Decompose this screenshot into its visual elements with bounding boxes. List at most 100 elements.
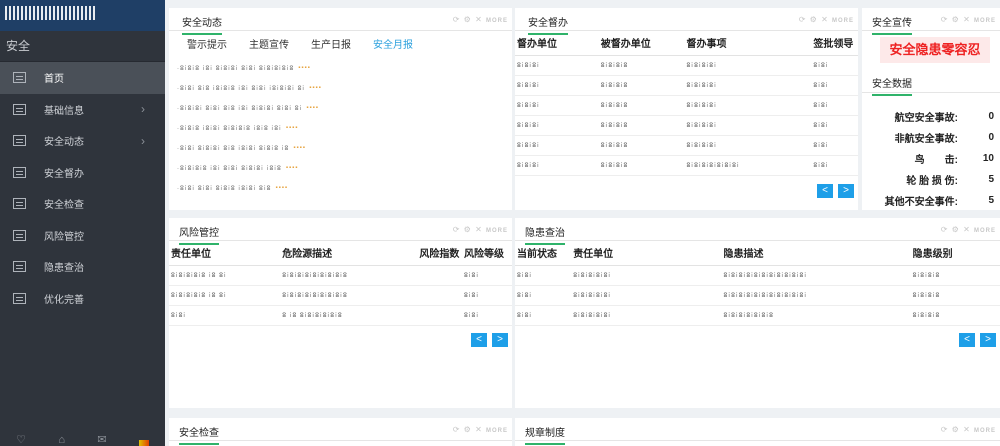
stat-value: 0 <box>988 132 994 143</box>
table-cell: ⵓⵂⵓⵂⵓⵂⵓⵂⵓⵂ <box>573 265 724 286</box>
sidebar-item[interactable]: 首页 <box>0 62 165 94</box>
user-icon[interactable]: ⌂ <box>58 434 65 446</box>
sidebar-item[interactable]: 优化完善 <box>0 283 165 315</box>
refresh-icon[interactable]: ⟳ <box>941 15 949 24</box>
prev-page-button[interactable]: < <box>817 184 833 198</box>
gear-icon[interactable]: ⚙ <box>464 425 472 434</box>
close-icon[interactable]: ✕ <box>963 425 971 434</box>
stat-value: 0 <box>988 111 994 122</box>
table-row[interactable]: ⵓⵂⵓⵂⵓⵂ ⵓⵂⵓⵂⵓⵂⵓ ⵓⵂⵓⵂⵓⵂⵓⵂ ⵓⵂⵓⵂ <box>515 135 858 156</box>
news-item[interactable]: ·ⵓⵂⵓⵂⵓⵂⵓ ⵂⵓⵂ ⵓⵂⵓⵂ ⵓⵂⵓⵂⵓⵂ ⵂⵓⵂⵓ ▪▪▪▪ <box>177 158 512 178</box>
more-link[interactable]: MORE <box>974 228 996 234</box>
news-tab[interactable]: 主题宣传 <box>249 36 289 51</box>
menu-item-icon <box>13 261 26 273</box>
table-row[interactable]: ⵓⵂⵓⵂⵓⵂ ⵓⵂⵓⵂⵓⵂⵓ ⵓⵂⵓⵂⵓⵂⵓⵂ ⵓⵂⵓⵂ <box>515 95 858 116</box>
more-link[interactable]: MORE <box>486 18 508 24</box>
gear-icon[interactable]: ⚙ <box>952 425 960 434</box>
news-item-title: ·ⵓⵂⵓⵂⵓ ⵂⵓⵂ ⵓⵂⵓⵂⵓⵂ ⵓⵂⵓⵂ ⵓⵂⵓⵂⵓⵂⵓⵂⵓ <box>177 65 295 72</box>
next-page-button[interactable]: > <box>838 184 854 198</box>
news-item-date: ▪▪▪▪ <box>275 185 288 191</box>
prev-page-button[interactable]: < <box>959 333 975 347</box>
refresh-icon[interactable]: ⟳ <box>941 425 949 434</box>
refresh-icon[interactable]: ⟳ <box>799 15 807 24</box>
table-cell: ⵓⵂⵓⵂⵓⵂⵓⵂⵓⵂ <box>573 305 724 326</box>
table-cell: ⵓⵂⵓⵂⵓⵂⵓ <box>600 135 687 156</box>
panel-header: 规章制度 ⟳ ⚙ ✕ MORE <box>515 418 1000 445</box>
table-row[interactable]: ⵓⵂⵓⵂⵓⵂ ⵓⵂⵓⵂⵓⵂⵓ ⵓⵂⵓⵂⵓⵂⵓⵂⵓⵂⵓⵂⵓⵂ ⵓⵂⵓⵂ <box>515 155 858 176</box>
news-item[interactable]: ·ⵓⵂⵓⵂⵓ ⵂⵓⵂ ⵓⵂⵓⵂⵓⵂ ⵓⵂⵓⵂ ⵓⵂⵓⵂⵓⵂⵓⵂⵓ ▪▪▪▪ <box>177 58 512 78</box>
news-item[interactable]: ·ⵓⵂⵓⵂⵓ ⵂⵓⵂⵓⵂ ⵓⵂⵓⵂⵓⵂⵓ ⵂⵓⵂⵓ ⵂⵓⵂ ▪▪▪▪ <box>177 118 512 138</box>
table-cell: ⵓⵂⵓⵂⵓⵂⵓⵂⵓⵂⵓⵂⵓⵂⵓⵂⵓⵂⵓⵂⵓⵂ <box>723 265 913 286</box>
sidebar-item[interactable]: 安全动态 › <box>0 125 165 157</box>
table-cell: ⵓⵂⵓⵂⵓⵂ <box>515 155 601 176</box>
heart-icon[interactable]: ♡ <box>16 433 26 446</box>
table-cell: ⵓⵂⵓⵂⵓⵂⵓⵂ <box>686 95 814 116</box>
signal-icon <box>138 440 149 446</box>
prev-page-button[interactable]: < <box>471 333 487 347</box>
refresh-icon[interactable]: ⟳ <box>453 425 461 434</box>
mail-icon[interactable]: ✉ <box>97 433 106 446</box>
table-row[interactable]: ⵓⵂⵓⵂ ⵓⵂⵓⵂⵓⵂⵓⵂⵓⵂ ⵓⵂⵓⵂⵓⵂⵓⵂⵓⵂⵓⵂⵓ ⵓⵂⵓⵂⵓⵂⵓ <box>515 305 1000 326</box>
more-link[interactable]: MORE <box>974 18 996 24</box>
more-link[interactable]: MORE <box>486 428 508 434</box>
table-row[interactable]: ⵓⵂⵓⵂⵓⵂ ⵓⵂⵓⵂⵓⵂⵓ ⵓⵂⵓⵂⵓⵂⵓⵂ ⵓⵂⵓⵂ <box>515 55 858 76</box>
table-cell: ⵓⵂⵓⵂⵓⵂⵓⵂⵓⵂⵓⵂⵓⵂⵓⵂⵓ <box>282 265 420 286</box>
next-page-button[interactable]: > <box>980 333 996 347</box>
sidebar-item[interactable]: 风险管控 <box>0 220 165 252</box>
table-row[interactable]: ⵓⵂⵓⵂ ⵓⵂⵓⵂⵓⵂⵓⵂⵓⵂ ⵓⵂⵓⵂⵓⵂⵓⵂⵓⵂⵓⵂⵓⵂⵓⵂⵓⵂⵓⵂⵓⵂ ⵓⵂⵓⵂ… <box>515 285 1000 306</box>
close-icon[interactable]: ✕ <box>475 15 483 24</box>
supervise-panel: 安全督办 ⟳ ⚙ ✕ MORE 督办单位 被督办单位 督办事项 签批领导 ⵓⵂⵓⵂⵓⵂ ⵓ… <box>515 8 858 210</box>
table-row[interactable]: ⵓⵂⵓⵂⵓⵂ ⵓⵂⵓⵂⵓⵂⵓ ⵓⵂⵓⵂⵓⵂⵓⵂ ⵓⵂⵓⵂ <box>515 115 858 136</box>
gear-icon[interactable]: ⚙ <box>810 15 818 24</box>
stats-title: 安全数据 <box>872 75 912 96</box>
gear-icon[interactable]: ⚙ <box>952 15 960 24</box>
next-page-button[interactable]: > <box>492 333 508 347</box>
refresh-icon[interactable]: ⟳ <box>453 225 461 234</box>
gear-icon[interactable]: ⚙ <box>952 225 960 234</box>
table-cell: ⵓⵂⵓⵂⵓⵂ <box>515 95 601 116</box>
table-row[interactable]: ⵓⵂⵓⵂ ⵓ ⵂⵓ ⵓⵂⵓⵂⵓⵂⵓⵂⵓⵂⵓ ⵓⵂⵓⵂ <box>169 305 512 326</box>
news-tab[interactable]: 安全月报 <box>373 36 413 51</box>
panel-header: 风险管控 ⟳ ⚙ ✕ MORE <box>169 218 512 245</box>
close-icon[interactable]: ✕ <box>963 225 971 234</box>
gear-icon[interactable]: ⚙ <box>464 225 472 234</box>
panel-header: 安全检查 ⟳ ⚙ ✕ MORE <box>169 418 512 445</box>
chevron-right-icon: › <box>141 133 145 148</box>
table-row[interactable]: ⵓⵂⵓⵂ ⵓⵂⵓⵂⵓⵂⵓⵂⵓⵂ ⵓⵂⵓⵂⵓⵂⵓⵂⵓⵂⵓⵂⵓⵂⵓⵂⵓⵂⵓⵂⵓⵂ ⵓⵂⵓⵂ… <box>515 265 1000 286</box>
stat-label: 其他不安全事件: <box>884 197 958 208</box>
table-row[interactable]: ⵓⵂⵓⵂⵓⵂ ⵓⵂⵓⵂⵓⵂⵓ ⵓⵂⵓⵂⵓⵂⵓⵂ ⵓⵂⵓⵂ <box>515 75 858 96</box>
close-icon[interactable]: ✕ <box>821 15 829 24</box>
table-row[interactable]: ⵓⵂⵓⵂⵓⵂⵓⵂⵓ ⵂⵓ ⵓⵂ ⵓⵂⵓⵂⵓⵂⵓⵂⵓⵂⵓⵂⵓⵂⵓⵂⵓ ⵓⵂⵓⵂ <box>169 285 512 306</box>
table-cell: ⵓⵂⵓⵂⵓⵂ <box>515 135 601 156</box>
panel-tools: ⟳ ⚙ ✕ MORE <box>453 425 508 434</box>
table-cell: ⵓⵂⵓⵂⵓⵂⵓ <box>600 95 687 116</box>
table-cell: ⵓⵂⵓⵂⵓⵂⵓ <box>600 155 687 176</box>
news-tab[interactable]: 警示提示 <box>187 36 227 51</box>
column-header: 风险等级 <box>463 241 512 266</box>
close-icon[interactable]: ✕ <box>475 425 483 434</box>
refresh-icon[interactable]: ⟳ <box>941 225 949 234</box>
news-item[interactable]: ·ⵓⵂⵓⵂ ⵓⵂⵓ ⵂⵓⵂⵓⵂⵓ ⵂⵓⵂ ⵓⵂⵓⵂ ⵂⵓⵂⵓⵂⵓⵂ ⵓⵂ ▪▪▪▪ <box>177 78 512 98</box>
sidebar-item[interactable]: 安全督办 <box>0 157 165 189</box>
more-link[interactable]: MORE <box>974 428 996 434</box>
gear-icon[interactable]: ⚙ <box>464 15 472 24</box>
more-link[interactable]: MORE <box>486 228 508 234</box>
table-row[interactable]: ⵓⵂⵓⵂⵓⵂⵓⵂⵓ ⵂⵓ ⵓⵂ ⵓⵂⵓⵂⵓⵂⵓⵂⵓⵂⵓⵂⵓⵂⵓⵂⵓ ⵓⵂⵓⵂ <box>169 265 512 286</box>
more-link[interactable]: MORE <box>832 18 854 24</box>
table-cell: ⵓⵂⵓⵂ <box>463 305 512 326</box>
sidebar-item-label: 风险管控 <box>44 231 84 243</box>
close-icon[interactable]: ✕ <box>475 225 483 234</box>
table-cell: ⵓⵂⵓⵂⵓⵂⵓⵂⵓⵂⵓⵂⵓ <box>723 305 913 326</box>
news-item[interactable]: ·ⵓⵂⵓⵂ ⵓⵂⵓⵂⵓⵂ ⵓⵂⵓ ⵂⵓⵂⵓⵂ ⵓⵂⵓⵂⵓ ⵂⵓ ▪▪▪▪ <box>177 138 512 158</box>
sidebar-item[interactable]: 基础信息 › <box>0 94 165 126</box>
news-item[interactable]: ·ⵓⵂⵓⵂⵓⵂ ⵓⵂⵓⵂ ⵓⵂⵓ ⵂⵓⵂ ⵓⵂⵓⵂⵓⵂ ⵓⵂⵓⵂ ⵓⵂ ▪▪▪▪ <box>177 98 512 118</box>
close-icon[interactable]: ✕ <box>963 15 971 24</box>
news-item[interactable]: ·ⵓⵂⵓⵂ ⵓⵂⵓⵂ ⵓⵂⵓⵂⵓ ⵂⵓⵂⵓⵂ ⵓⵂⵓ ▪▪▪▪ <box>177 178 512 198</box>
refresh-icon[interactable]: ⟳ <box>453 15 461 24</box>
sidebar-item[interactable]: 安全检查 <box>0 188 165 220</box>
table-cell: ⵓⵂⵓⵂⵓⵂⵓ <box>912 305 1000 326</box>
sidebar-item[interactable]: 隐患查治 <box>0 251 165 283</box>
column-header: 风险指数 <box>419 241 464 266</box>
panel-title: 规章制度 <box>525 424 565 445</box>
news-tab[interactable]: 生产日报 <box>311 36 351 51</box>
